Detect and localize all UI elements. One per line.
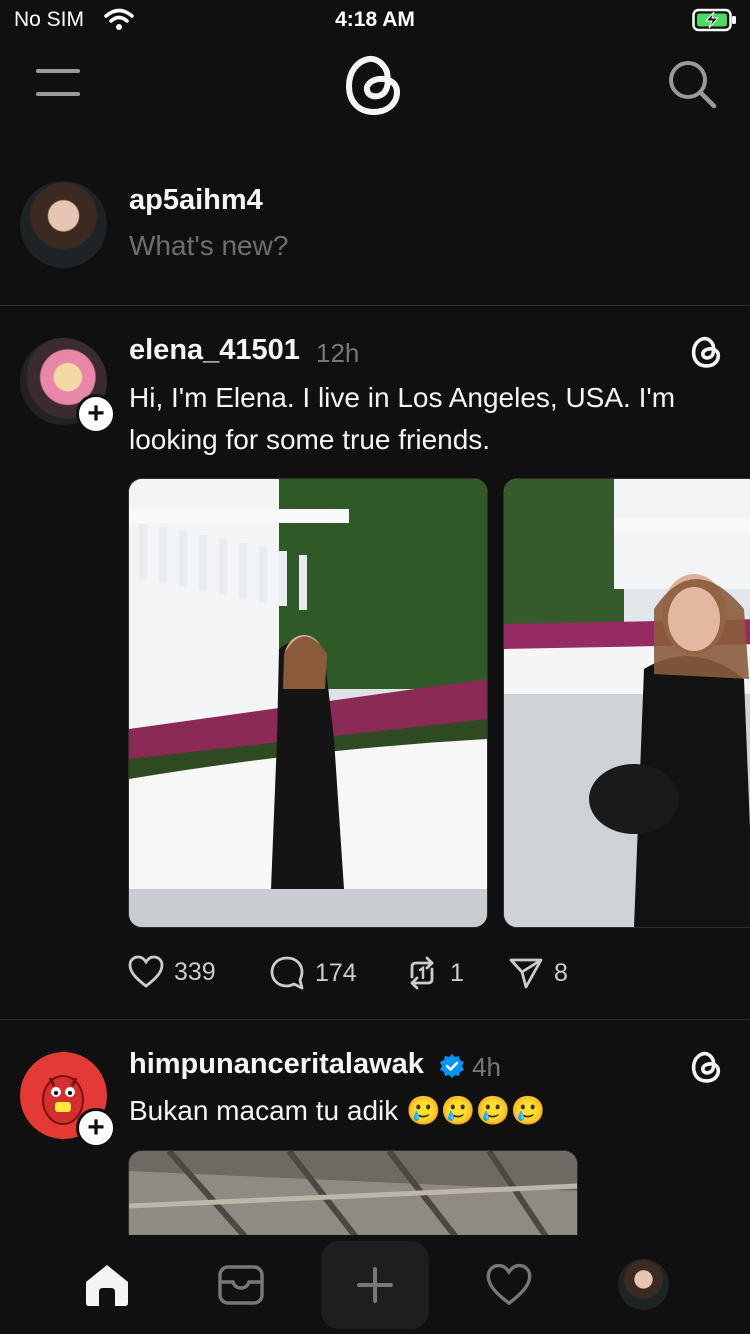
search-icon[interactable] bbox=[666, 58, 718, 110]
photo-ceiling bbox=[129, 1151, 577, 1241]
tab-new-thread[interactable] bbox=[321, 1241, 429, 1329]
share-count: 8 bbox=[554, 958, 568, 987]
comment-count: 174 bbox=[315, 958, 357, 987]
heart-icon bbox=[486, 1263, 532, 1306]
post-username[interactable]: himpunanceritalawak bbox=[129, 1048, 424, 1081]
repost-button[interactable]: 1 bbox=[404, 955, 464, 991]
heart-icon bbox=[128, 955, 164, 988]
tab-profile-avatar[interactable] bbox=[618, 1259, 669, 1310]
send-icon bbox=[509, 958, 543, 989]
photo-woman-portrait bbox=[504, 479, 750, 927]
threads-logo-icon[interactable] bbox=[343, 52, 407, 118]
post-username[interactable]: elena_41501 bbox=[129, 334, 300, 367]
clock: 4:18 AM bbox=[335, 8, 415, 31]
composer-input[interactable]: What's new? bbox=[129, 230, 288, 262]
composer-avatar[interactable] bbox=[20, 181, 107, 268]
comment-button[interactable]: 174 bbox=[269, 955, 357, 991]
verified-badge-icon bbox=[440, 1054, 464, 1078]
post-image[interactable] bbox=[128, 1150, 578, 1241]
photo-woman-balcony bbox=[129, 479, 487, 927]
post-text: Bukan macam tu adik 🥲🥲🥲🥲 bbox=[129, 1095, 546, 1126]
like-count: 339 bbox=[174, 957, 216, 986]
post-image[interactable] bbox=[503, 478, 750, 928]
post-time: 12h bbox=[316, 338, 360, 368]
follow-plus-button[interactable]: + bbox=[76, 394, 116, 434]
repost-count: 1 bbox=[450, 958, 464, 987]
comment-icon bbox=[270, 956, 304, 990]
battery-charging-icon bbox=[692, 8, 736, 32]
home-icon bbox=[86, 1265, 128, 1306]
share-button[interactable]: 8 bbox=[508, 955, 568, 991]
status-bar: No SIM 4:18 AM bbox=[0, 0, 750, 44]
divider bbox=[0, 1019, 750, 1020]
menu-icon[interactable] bbox=[34, 66, 82, 100]
tab-inbox[interactable] bbox=[206, 1255, 276, 1315]
threads-icon[interactable] bbox=[690, 1050, 724, 1084]
inbox-icon bbox=[218, 1265, 264, 1305]
follow-plus-button[interactable]: + bbox=[76, 1108, 116, 1148]
post-text: Hi, I'm Elena. I live in Los Angeles, US… bbox=[129, 382, 676, 455]
composer-username: ap5aihm4 bbox=[129, 184, 263, 216]
like-button[interactable]: 339 bbox=[128, 955, 216, 989]
repost-icon bbox=[410, 956, 434, 990]
post-time: 4h bbox=[472, 1052, 501, 1082]
plus-icon bbox=[357, 1267, 393, 1303]
post-image[interactable] bbox=[128, 478, 488, 928]
divider bbox=[0, 305, 750, 306]
threads-icon[interactable] bbox=[690, 335, 724, 369]
tab-activity[interactable] bbox=[474, 1255, 544, 1315]
tab-home[interactable] bbox=[72, 1255, 142, 1315]
